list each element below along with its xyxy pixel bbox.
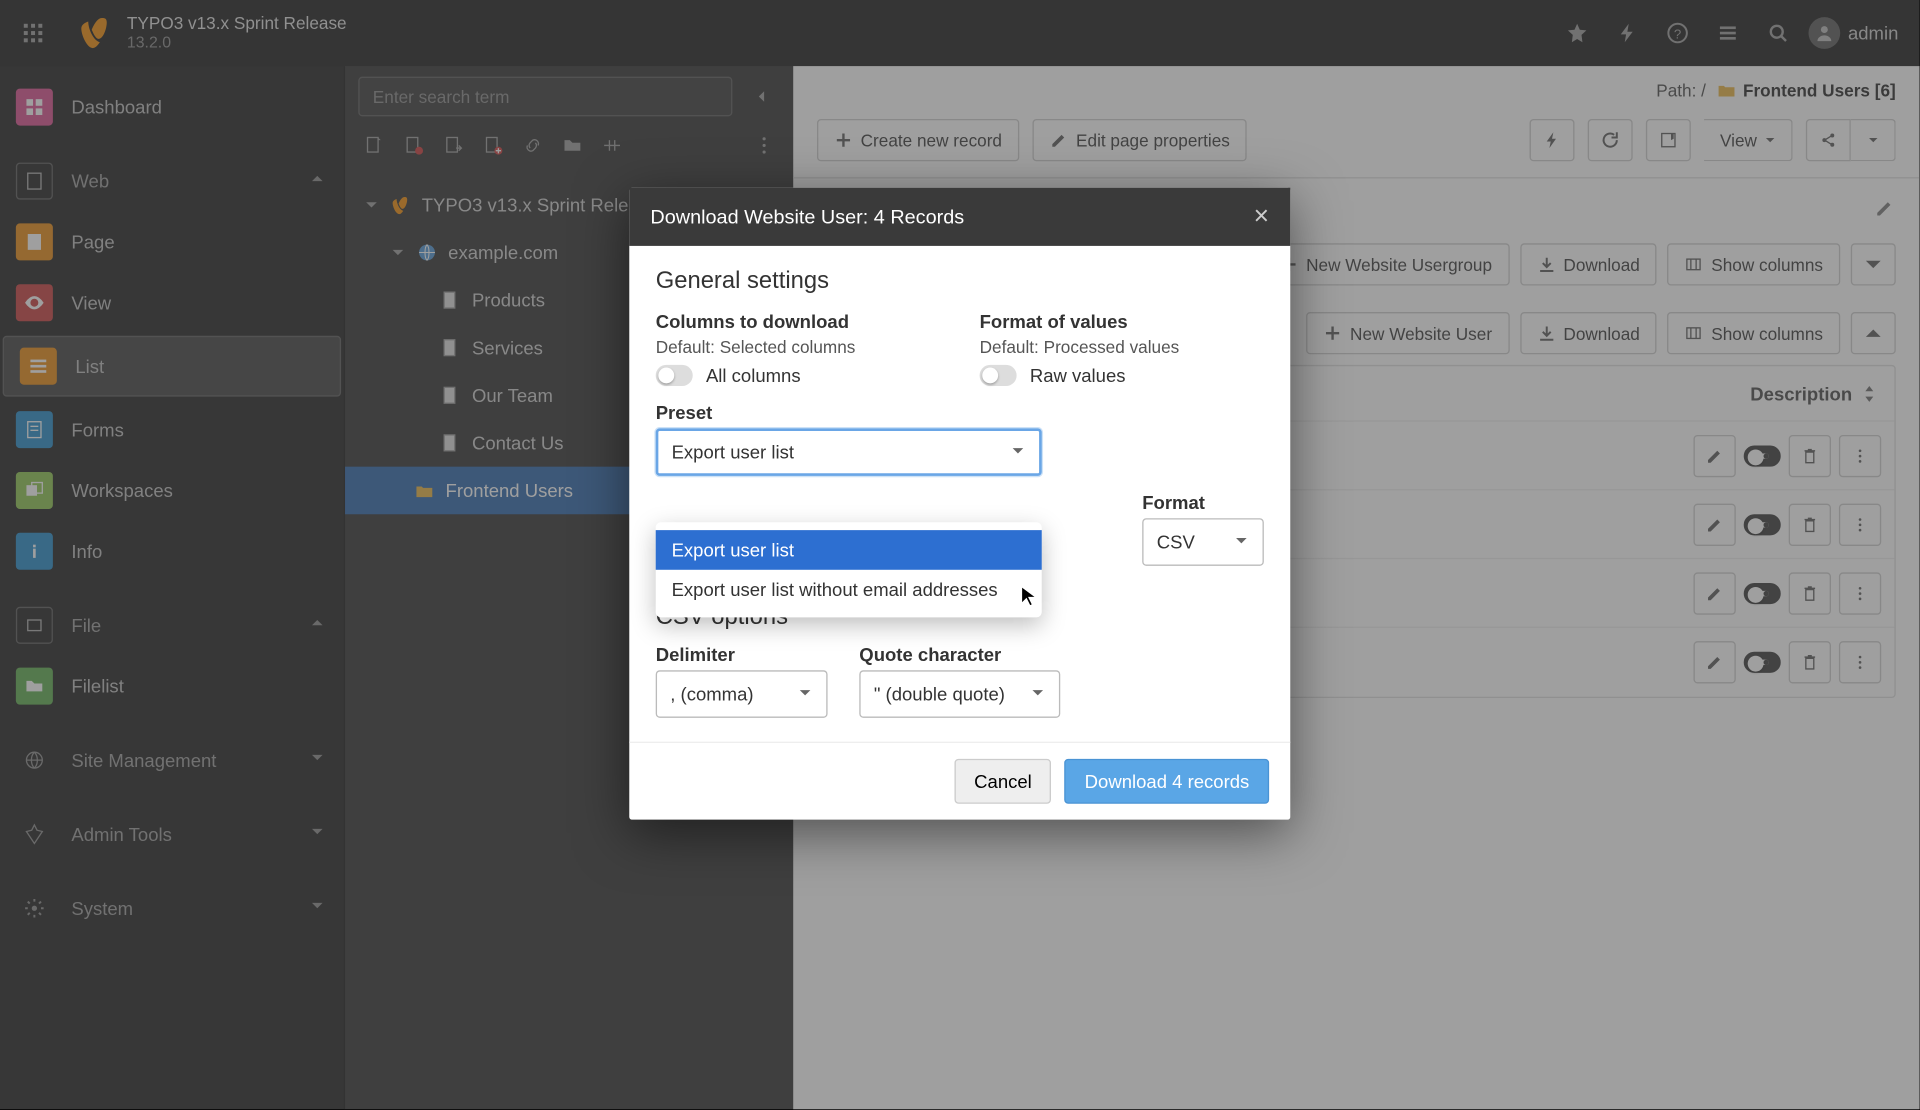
- preset-option[interactable]: Export user list: [656, 530, 1042, 570]
- select-value: Export user list: [672, 442, 794, 463]
- toggle-label: All columns: [706, 365, 801, 386]
- preset-select[interactable]: Export user list: [656, 428, 1042, 476]
- preset-option[interactable]: Export user list without email addresses: [656, 570, 1042, 610]
- select-value: CSV: [1157, 531, 1195, 552]
- field-label: Columns to download: [656, 311, 940, 332]
- app-window: TYPO3 v13.x Sprint Release 13.2.0 ? admi…: [0, 0, 1920, 1109]
- download-button[interactable]: Download 4 records: [1065, 759, 1269, 804]
- field-label: Quote character: [859, 644, 1060, 665]
- field-label: Format of values: [980, 311, 1264, 332]
- delimiter-select[interactable]: , (comma): [656, 670, 828, 718]
- field-sublabel: Default: Processed values: [980, 337, 1264, 357]
- section-heading: General settings: [656, 267, 1264, 295]
- all-columns-toggle[interactable]: [656, 365, 693, 386]
- download-modal: Download Website User: 4 Records × Gener…: [629, 188, 1290, 820]
- field-label: Format: [1142, 492, 1264, 513]
- btn-label: Cancel: [974, 771, 1032, 792]
- field-sublabel: Default: Selected columns: [656, 337, 940, 357]
- chevron-down-icon: [1233, 531, 1249, 552]
- chevron-down-icon: [1010, 442, 1026, 463]
- toggle-label: Raw values: [1030, 365, 1126, 386]
- btn-label: Download 4 records: [1085, 771, 1250, 792]
- field-label: Delimiter: [656, 644, 828, 665]
- select-value: , (comma): [670, 683, 753, 704]
- quote-select[interactable]: " (double quote): [859, 670, 1060, 718]
- modal-title: Download Website User: 4 Records: [650, 206, 964, 228]
- format-select[interactable]: CSV: [1142, 518, 1264, 566]
- cancel-button[interactable]: Cancel: [954, 759, 1051, 804]
- chevron-down-icon: [1030, 683, 1046, 704]
- field-label: Preset: [656, 402, 1264, 423]
- close-icon[interactable]: ×: [1254, 204, 1269, 230]
- raw-values-toggle[interactable]: [980, 365, 1017, 386]
- select-value: " (double quote): [874, 683, 1005, 704]
- chevron-down-icon: [797, 683, 813, 704]
- modal-header: Download Website User: 4 Records ×: [629, 188, 1290, 246]
- preset-dropdown: Export user list Export user list withou…: [656, 522, 1042, 617]
